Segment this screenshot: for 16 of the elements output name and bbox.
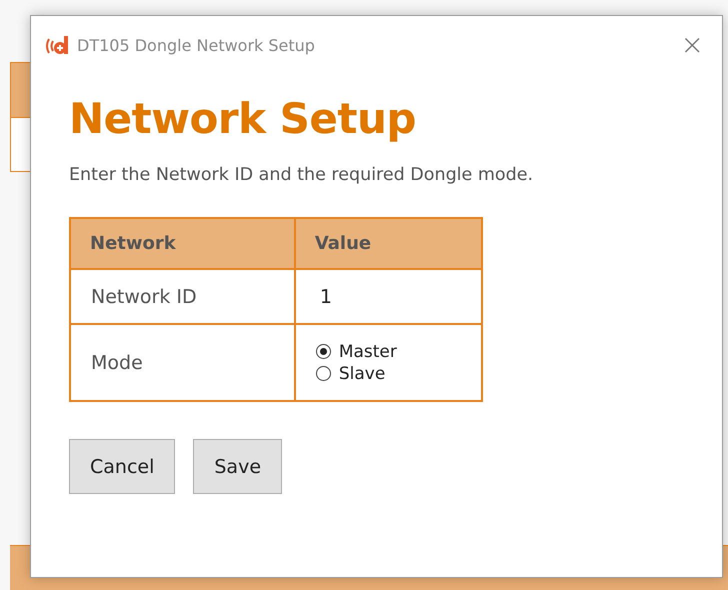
radio-option[interactable]: Master [316,342,481,362]
logo-icon [45,34,71,56]
table-cell: Mode [70,324,295,401]
page-heading: Network Setup [69,94,417,143]
radio-button[interactable] [316,344,331,359]
table-cell: Network ID [70,269,295,324]
column-header: Network [70,218,295,269]
column-header: Value [294,218,482,269]
description-text: Enter the Network ID and the required Dongle mode. [69,165,534,185]
window-title: DT105 Dongle Network Setup [77,36,316,54]
close-button[interactable]: × [676,31,708,59]
cancel-button[interactable]: Cancel [69,439,176,494]
radio-button[interactable] [316,366,331,381]
save-button[interactable]: Save [193,439,282,494]
network-id-value[interactable]: 1 [320,286,332,308]
radio-option[interactable]: Slave [316,364,481,384]
